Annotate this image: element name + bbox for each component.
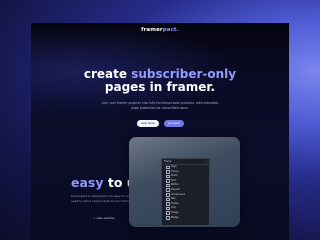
hero-title-plain: create xyxy=(83,67,132,81)
brand-name: framer xyxy=(141,27,163,33)
hero-title-line-2: pages in framer. xyxy=(104,80,216,94)
layers-panel-screenshot: Frame / Page Frame Stack Text Button Pay… xyxy=(161,158,210,226)
hero-subtitle: turn your framer projects into fully fun… xyxy=(101,101,219,110)
layer-icon xyxy=(166,197,170,202)
layer-icon xyxy=(166,193,170,197)
view-readme-label: view readme xyxy=(96,216,115,220)
arrow-right-icon: → xyxy=(93,216,96,220)
brand-name-accent: pact. xyxy=(162,27,179,33)
layer-icon xyxy=(166,170,170,174)
layers-panel-title: Frame xyxy=(164,160,172,163)
layer-icon xyxy=(166,211,170,216)
layer-label: Badge xyxy=(170,215,179,219)
view-readme-link[interactable]: → view readme xyxy=(93,216,114,220)
brand-logo[interactable]: framerpact. xyxy=(31,27,289,33)
layer-icon xyxy=(166,183,170,188)
feature-title-accent: easy xyxy=(71,175,104,190)
layers-panel-separator: / xyxy=(206,160,207,163)
layer-icon xyxy=(166,202,170,206)
hero-title: create subscriber-only pages in framer. xyxy=(31,68,289,94)
layer-icon xyxy=(166,188,170,193)
layer-icon xyxy=(166,216,170,220)
layer-icon xyxy=(166,165,170,170)
view-demo-button[interactable]: view demo xyxy=(137,120,159,127)
hero-title-accent: subscriber-only xyxy=(131,67,237,81)
purchase-button[interactable]: purchase xyxy=(164,120,184,127)
layer-icon xyxy=(166,179,170,183)
layer-icon xyxy=(166,206,170,211)
layer-row: Badge xyxy=(162,216,209,221)
layer-icon xyxy=(166,174,170,179)
